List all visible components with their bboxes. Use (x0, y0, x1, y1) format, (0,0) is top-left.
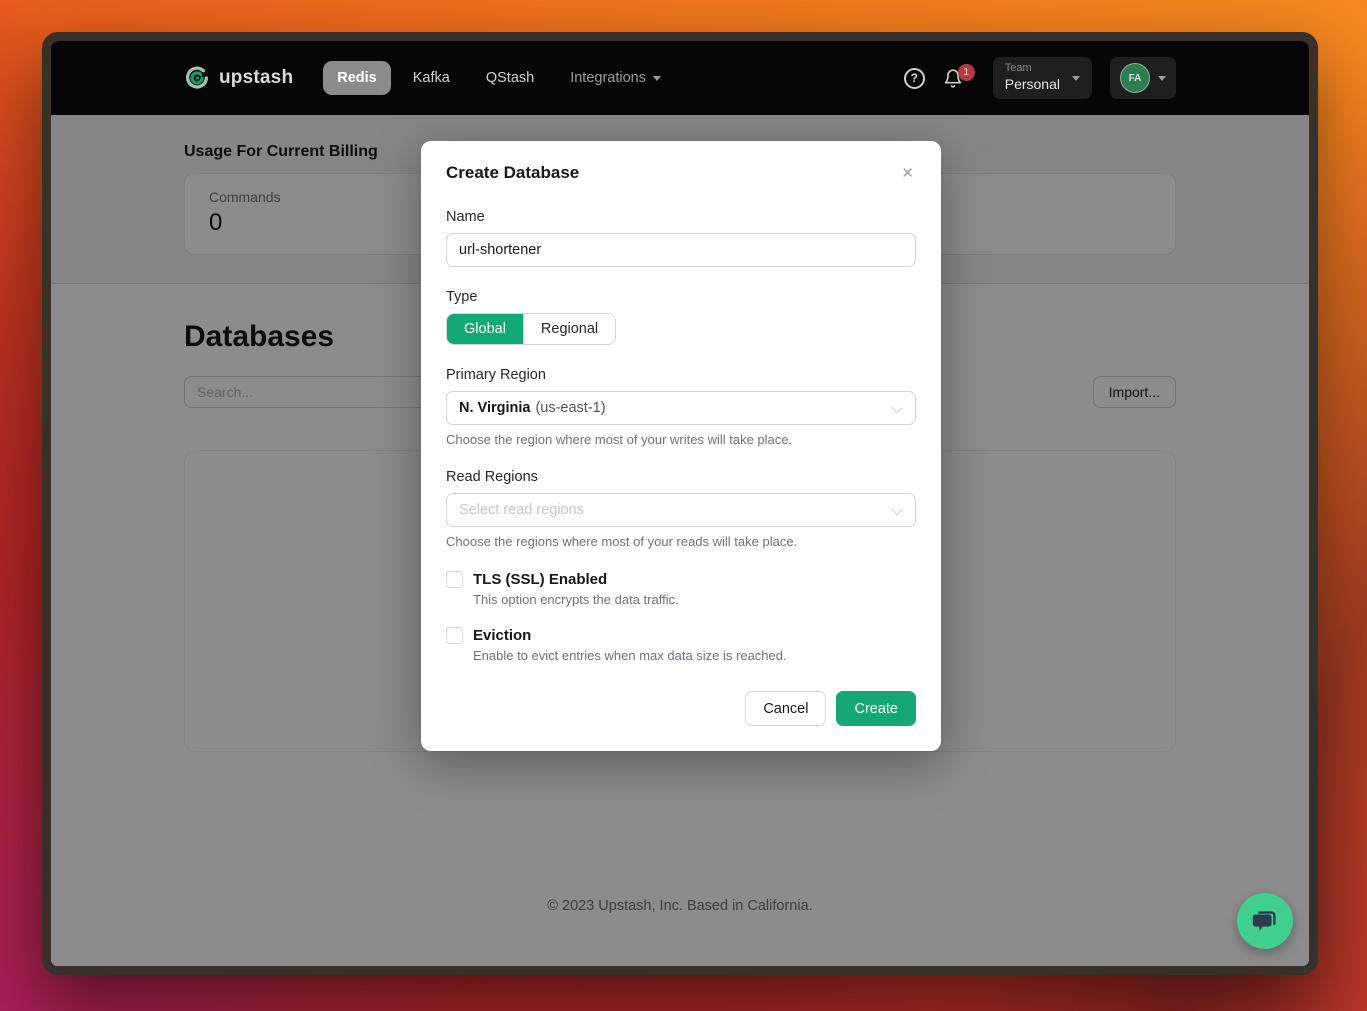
primary-region-select[interactable]: N. Virginia (us-east-1) (446, 391, 916, 425)
create-button[interactable]: Create (836, 691, 916, 726)
avatar: FA (1120, 63, 1150, 93)
chevron-down-icon (1158, 76, 1166, 81)
create-database-modal: Create Database ✕ Name Type Global Regio… (421, 141, 941, 751)
database-name-input[interactable] (446, 233, 916, 267)
tls-help: This option encrypts the data traffic. (473, 592, 916, 607)
nav-tab-integrations[interactable]: Integrations (556, 61, 675, 95)
primary-region-value: N. Virginia (459, 400, 530, 416)
cancel-button[interactable]: Cancel (745, 691, 826, 726)
primary-region-help: Choose the region where most of your wri… (446, 432, 916, 447)
primary-region-group: Primary Region N. Virginia (us-east-1) C… (446, 367, 916, 447)
app-window: upstash Redis Kafka QStash Integrations … (42, 32, 1318, 975)
main-nav: Redis Kafka QStash Integrations (323, 61, 675, 95)
notification-badge: 1 (958, 64, 975, 81)
read-regions-label: Read Regions (446, 469, 916, 485)
account-menu[interactable]: FA (1110, 57, 1176, 99)
nav-tab-kafka[interactable]: Kafka (399, 61, 464, 95)
nav-tab-redis[interactable]: Redis (323, 61, 391, 95)
chevron-down-icon (653, 76, 661, 81)
primary-region-code: (us-east-1) (535, 400, 605, 416)
top-navbar: upstash Redis Kafka QStash Integrations … (51, 41, 1309, 115)
read-regions-help: Choose the regions where most of your re… (446, 534, 916, 549)
read-regions-group: Read Regions Select read regions Choose … (446, 469, 916, 549)
type-segmented-control: Global Regional (446, 313, 616, 345)
read-regions-placeholder: Select read regions (459, 502, 584, 518)
nav-tab-qstash[interactable]: QStash (472, 61, 548, 95)
brand-name: upstash (219, 67, 293, 89)
tls-checkbox[interactable] (446, 571, 463, 588)
upstash-logo[interactable]: upstash (184, 65, 293, 91)
name-field-group: Name (446, 209, 916, 267)
chevron-down-icon (891, 504, 903, 516)
close-icon[interactable]: ✕ (899, 164, 916, 183)
eviction-checkbox[interactable] (446, 627, 463, 644)
chat-widget-button[interactable] (1237, 893, 1293, 949)
tls-label: TLS (SSL) Enabled (473, 571, 607, 588)
type-field-group: Type Global Regional (446, 289, 916, 345)
eviction-checkbox-row[interactable]: Eviction (446, 627, 916, 644)
notifications-button[interactable]: 1 (943, 68, 963, 89)
tls-checkbox-row[interactable]: TLS (SSL) Enabled (446, 571, 916, 588)
primary-region-label: Primary Region (446, 367, 916, 383)
team-selector[interactable]: Team Personal (993, 57, 1092, 99)
eviction-option-group: Eviction Enable to evict entries when ma… (446, 627, 916, 663)
team-value: Personal (1005, 76, 1060, 94)
eviction-label: Eviction (473, 627, 531, 644)
help-icon[interactable]: ? (904, 68, 925, 89)
chevron-down-icon (891, 402, 903, 414)
upstash-spiral-icon (184, 65, 210, 91)
team-label: Team (1005, 62, 1060, 76)
read-regions-select[interactable]: Select read regions (446, 493, 916, 527)
modal-title: Create Database (446, 163, 579, 183)
eviction-help: Enable to evict entries when max data si… (473, 648, 916, 663)
chevron-down-icon (1072, 76, 1080, 81)
name-label: Name (446, 209, 916, 225)
type-option-global[interactable]: Global (447, 314, 523, 344)
type-label: Type (446, 289, 916, 305)
type-option-regional[interactable]: Regional (523, 314, 615, 344)
tls-option-group: TLS (SSL) Enabled This option encrypts t… (446, 571, 916, 607)
chat-icon (1250, 906, 1280, 936)
